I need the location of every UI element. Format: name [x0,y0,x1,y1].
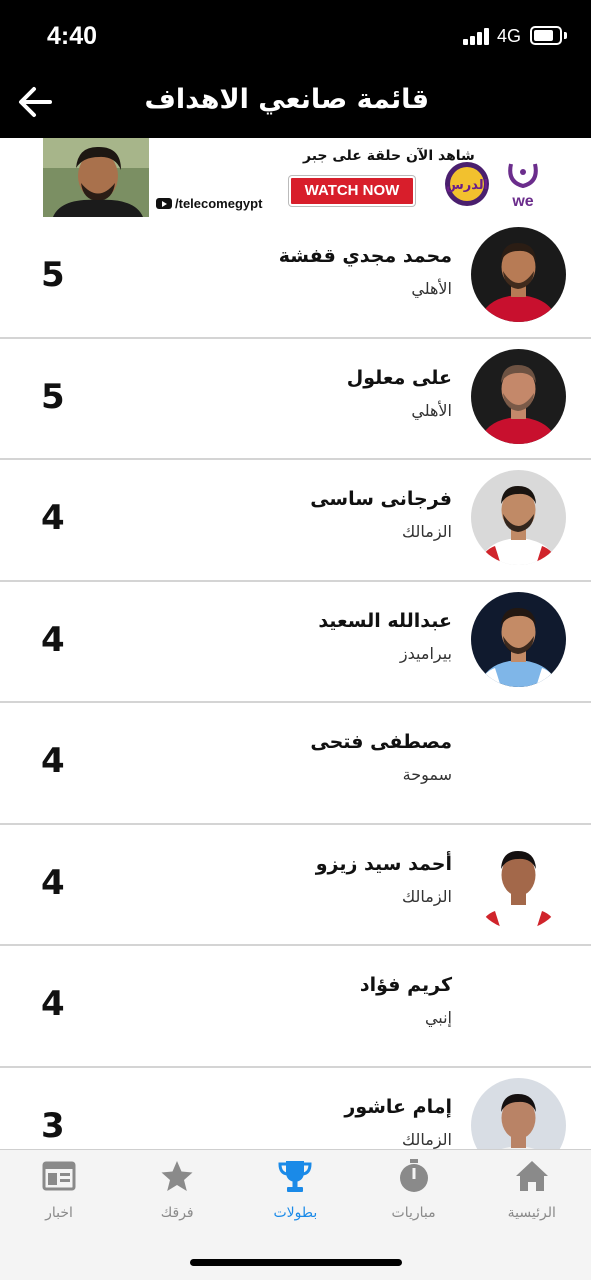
header: قائمة صانعي الاهداف [0,70,591,138]
goals-count: 4 [41,619,65,660]
player-avatar [471,227,566,322]
player-team: بيراميدز [399,643,452,663]
player-name: عبدالله السعيد [318,609,452,632]
ad-channel: /telecomegypt [175,196,263,211]
watch-now-button[interactable]: WATCH NOW [289,176,415,206]
show-logo-text: الدرس [446,178,488,193]
back-button[interactable] [14,80,58,124]
scorers-list: 5 محمد مجدي قفشة الأهلي 5 على معلول الأهلي 4 فر… [0,217,591,1149]
player-name: كريم فؤاد [359,974,452,996]
tab-news[interactable]: اخبار [0,1150,118,1240]
player-team: الأهلي [411,279,452,298]
we-logo: we [501,158,545,210]
player-team: الزمالك [402,1129,452,1149]
stopwatch-icon [396,1158,432,1194]
status-time: 4:40 [47,22,98,50]
player-avatar [471,470,566,565]
network-type: 4G [497,26,522,46]
trophy-icon [277,1158,313,1194]
scorer-row[interactable]: 3 إمام عاشور الزمالك [0,1068,591,1149]
status-bar: 4:40 4G [0,0,591,70]
scorer-row[interactable]: 5 محمد مجدي قفشة الأهلي [0,217,591,339]
scorer-row[interactable]: 4 أحمد سيد زيزو الزمالك [0,825,591,946]
player-team: الأهلي [411,400,452,420]
star-icon [159,1158,195,1194]
youtube-icon [156,198,172,209]
tab-label: مباريات [391,1205,436,1221]
player-team: الزمالك [402,886,452,906]
news-icon [41,1158,77,1194]
player-name: إمام عاشور [344,1095,452,1118]
signal-icon [463,28,491,45]
battery-icon [530,26,562,45]
player-team: الزمالك [402,522,452,541]
goals-count: 4 [41,984,65,1024]
goals-count: 5 [41,376,65,417]
tab-label: اخبار [45,1205,73,1221]
scorer-row[interactable]: 4 مصطفى فتحى سموحة [0,703,591,825]
arrow-left-icon [19,87,52,117]
player-name: فرجانى ساسى [310,488,452,510]
show-logo: الدرس [443,160,491,208]
player-avatar [471,1077,566,1149]
goals-count: 4 [41,741,65,781]
tab-stopwatch[interactable]: مباريات [355,1150,473,1240]
player-name: على معلول [346,366,452,389]
scorer-row[interactable]: 4 كريم فؤاد إنبي [0,946,591,1068]
battery-fill [534,30,554,41]
home-indicator[interactable] [190,1259,402,1266]
player-avatar [471,348,566,444]
battery-nub [564,32,567,39]
goals-count: 5 [41,255,65,295]
player-team: إنبي [424,1008,452,1027]
tab-trophy[interactable]: بطولات [236,1150,354,1240]
goals-count: 4 [41,862,65,903]
we-logo-text: we [511,193,533,210]
screen: 4:40 4G قائمة صانعي الاهداف /telecomegyp… [0,0,591,1280]
player-avatar [471,834,566,930]
player-name: محمد مجدي قفشة [278,245,452,267]
player-name: أحمد سيد زيزو [315,852,452,875]
tab-star[interactable]: فرقك [118,1150,236,1240]
tab-label: الرئيسية [507,1205,556,1221]
ad-banner[interactable]: /telecomegypt شاهد الآن حلقة على جبر WAT… [43,138,548,217]
player-name: مصطفى فتحى [310,731,452,753]
tab-label: بطولات [273,1205,318,1221]
page-title: قائمة صانعي الاهداف [144,84,429,115]
tab-home[interactable]: الرئيسية [473,1150,591,1240]
player-team: سموحة [402,765,452,784]
scorer-row[interactable]: 5 على معلول الأهلي [0,339,591,460]
home-icon [514,1158,550,1194]
goals-count: 4 [41,498,65,538]
tab-label: فرقك [160,1205,194,1221]
player-avatar [471,591,566,687]
scorer-row[interactable]: 4 عبدالله السعيد بيراميدز [0,582,591,703]
goals-count: 3 [41,1105,65,1146]
ad-photo [43,138,149,217]
scorer-row[interactable]: 4 فرجانى ساسى الزمالك [0,460,591,582]
